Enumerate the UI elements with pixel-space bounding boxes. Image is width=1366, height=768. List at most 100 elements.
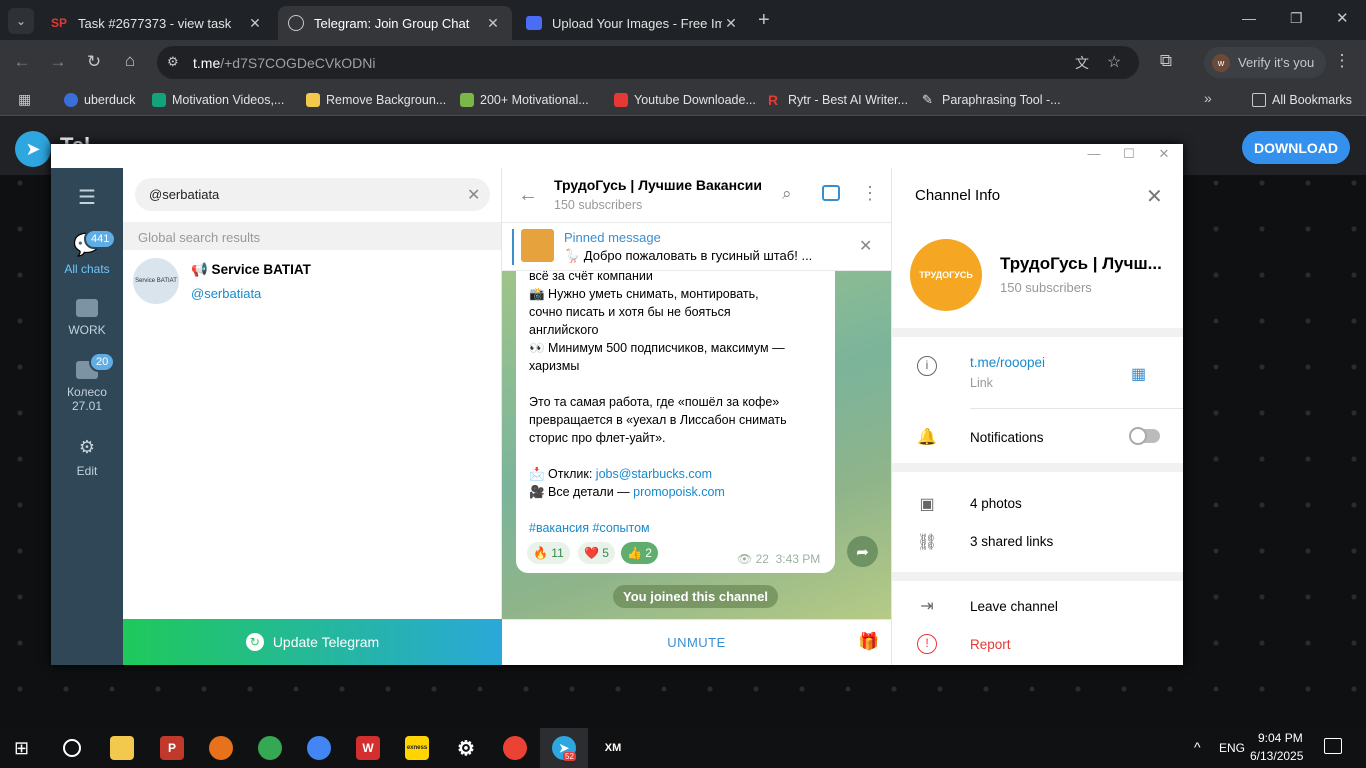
search-icon[interactable]: ⌕ <box>782 184 792 204</box>
chrome-icon[interactable] <box>307 736 331 760</box>
chat-title[interactable]: ТрудоГусь | Лучшие Вакансии <box>554 177 762 193</box>
bookmark-uberduck[interactable]: uberduck <box>64 90 135 110</box>
sliders-icon: ⚙ <box>78 437 96 457</box>
link-caption: Link <box>970 376 993 390</box>
maximize-icon[interactable]: ☐ <box>1119 146 1139 162</box>
result-name[interactable]: 📢 Service BATIAT <box>191 262 311 278</box>
bookmarks-bar: ▦ uberduck Motivation Videos,... Remove … <box>0 84 1366 116</box>
pinned-message-bar[interactable]: Pinned message 🪿 Добро пожаловать в гуси… <box>502 223 891 271</box>
qr-code-icon[interactable]: ▦ <box>1131 364 1146 384</box>
leave-channel-button[interactable]: Leave channel <box>970 599 1058 614</box>
report-button[interactable]: Report <box>970 637 1011 652</box>
more-bookmarks-icon[interactable]: » <box>1204 90 1212 106</box>
image-favicon-icon <box>526 16 542 30</box>
hamburger-menu-icon[interactable]: ☰ <box>51 185 123 210</box>
details-link[interactable]: promopoisk.com <box>633 485 725 499</box>
apply-email-link[interactable]: jobs@starbucks.com <box>596 467 712 481</box>
site-info-icon[interactable]: ⚙ <box>167 54 179 70</box>
message-hashtags[interactable]: #вакансия #сопытом <box>529 519 650 537</box>
close-icon[interactable]: ✕ <box>1154 146 1174 162</box>
address-bar[interactable]: ⚙ t.me/+d7S7COGDeCVkODNi 文 ☆ <box>157 46 1139 79</box>
tab-task[interactable]: SP Task #2677373 - view task ✕ <box>40 6 274 40</box>
bookmark-paraphrasing[interactable]: ✎ Paraphrasing Tool -... <box>922 90 1061 110</box>
shared-links-count[interactable]: 3 shared links <box>970 534 1053 549</box>
channel-avatar[interactable]: ТРУДОГУСЬ <box>910 239 982 311</box>
close-icon[interactable]: ✕ <box>246 15 264 32</box>
tab-telegram[interactable]: Telegram: Join Group Chat ✕ <box>278 6 512 40</box>
chat-header: ← ТрудоГусь | Лучшие Вакансии 150 subscr… <box>502 168 891 223</box>
folder-edit[interactable]: ⚙ Edit <box>51 437 123 478</box>
heart-icon: ❤️ <box>584 546 599 560</box>
bookmark-motivation[interactable]: Motivation Videos,... <box>152 90 284 110</box>
apps-grid-icon[interactable]: ▦ <box>18 91 31 108</box>
exness-icon[interactable]: exness <box>405 736 429 760</box>
forward-icon[interactable]: ➦ <box>847 536 878 567</box>
gift-icon[interactable]: 🎁 <box>858 632 880 652</box>
xm-icon[interactable]: XM <box>601 736 625 760</box>
file-explorer-icon[interactable] <box>110 736 134 760</box>
joined-channel-notice: You joined this channel <box>613 585 778 608</box>
close-pinned-icon[interactable]: ✕ <box>859 236 872 256</box>
result-handle[interactable]: @serbatiata <box>191 286 261 301</box>
close-window-icon[interactable]: ✕ <box>1336 9 1349 27</box>
presenter-app-icon[interactable]: P <box>160 736 184 760</box>
tab-search-button[interactable]: ⌄ <box>8 8 34 34</box>
sidebar-toggle-icon[interactable] <box>822 185 840 201</box>
folder-work[interactable]: WORK <box>51 299 123 337</box>
download-button[interactable]: DOWNLOAD <box>1242 131 1350 164</box>
close-icon[interactable]: ✕ <box>722 15 740 32</box>
unmute-button[interactable]: UNMUTE 🎁 <box>502 619 891 665</box>
settings-gear-icon[interactable]: ⚙ <box>454 736 478 760</box>
close-icon[interactable]: ✕ <box>484 15 502 32</box>
new-tab-icon[interactable]: + <box>758 9 770 32</box>
minimize-icon[interactable]: — <box>1084 146 1104 161</box>
language-indicator[interactable]: ENG <box>1219 741 1245 755</box>
reload-icon[interactable]: ↻ <box>82 52 106 72</box>
verify-profile-button[interactable]: w Verify it's you <box>1204 47 1326 78</box>
bookmark-rytr[interactable]: R Rytr - Best AI Writer... <box>768 90 908 110</box>
clear-search-icon[interactable]: ✕ <box>467 185 480 205</box>
bookmark-200-motivational[interactable]: 200+ Motivational... <box>460 90 589 110</box>
restore-icon[interactable]: ❐ <box>1290 10 1303 27</box>
reaction-fire[interactable]: 🔥 11 <box>527 542 570 564</box>
all-bookmarks[interactable]: All Bookmarks <box>1252 90 1352 110</box>
chrome-second-icon[interactable] <box>503 736 527 760</box>
message-time: 3:43 PM <box>775 552 821 566</box>
folder-label: Edit <box>76 464 98 478</box>
search-circle-icon[interactable] <box>63 739 81 757</box>
bookmark-label: Rytr - Best AI Writer... <box>788 93 908 107</box>
firefox-icon[interactable] <box>209 736 233 760</box>
clock-time[interactable]: 9:04 PM <box>1258 731 1303 745</box>
notifications-toggle[interactable] <box>1129 427 1160 445</box>
wps-icon[interactable]: W <box>356 736 380 760</box>
reaction-thumbs-up[interactable]: 👍 2 <box>621 542 658 564</box>
search-input[interactable]: @serbatiata ✕ <box>135 178 490 211</box>
close-icon[interactable]: ✕ <box>1146 184 1163 209</box>
more-icon[interactable]: ⋮ <box>861 183 879 204</box>
photos-count[interactable]: 4 photos <box>970 496 1022 511</box>
info-actions-section <box>892 581 1183 665</box>
forward-icon[interactable]: → <box>46 52 70 72</box>
bookmark-label: Motivation Videos,... <box>172 93 285 107</box>
star-icon[interactable]: ☆ <box>1107 52 1121 72</box>
minimize-icon[interactable]: — <box>1242 10 1256 26</box>
back-arrow-icon[interactable]: ← <box>518 184 538 207</box>
back-icon[interactable]: ← <box>10 52 34 72</box>
chevron-up-icon[interactable]: ^ <box>1194 739 1201 755</box>
bookmark-remove-bg[interactable]: Remove Backgroun... <box>306 90 446 110</box>
translate-icon[interactable]: 文 <box>1075 53 1089 73</box>
folder-icon <box>76 299 98 317</box>
update-telegram-button[interactable]: ↻ Update Telegram <box>123 619 502 665</box>
reaction-heart[interactable]: ❤️ 5 <box>578 542 615 564</box>
notification-center-icon[interactable] <box>1324 738 1342 754</box>
clock-date[interactable]: 6/13/2025 <box>1250 749 1303 763</box>
windows-start-icon[interactable]: ⊞ <box>14 738 29 759</box>
bookmark-youtube-downloader[interactable]: Youtube Downloade... <box>614 90 756 110</box>
extensions-icon[interactable]: ⧉ <box>1154 51 1178 71</box>
home-icon[interactable]: ⌂ <box>118 51 142 71</box>
result-avatar[interactable]: Service BATIAT <box>133 258 179 304</box>
menu-icon[interactable]: ⋮ <box>1330 51 1354 71</box>
channel-link[interactable]: t.me/rooopei <box>970 355 1045 370</box>
chrome-profile-icon[interactable] <box>258 736 282 760</box>
tab-upload-images[interactable]: Upload Your Images - Free Ima ✕ <box>516 6 750 40</box>
